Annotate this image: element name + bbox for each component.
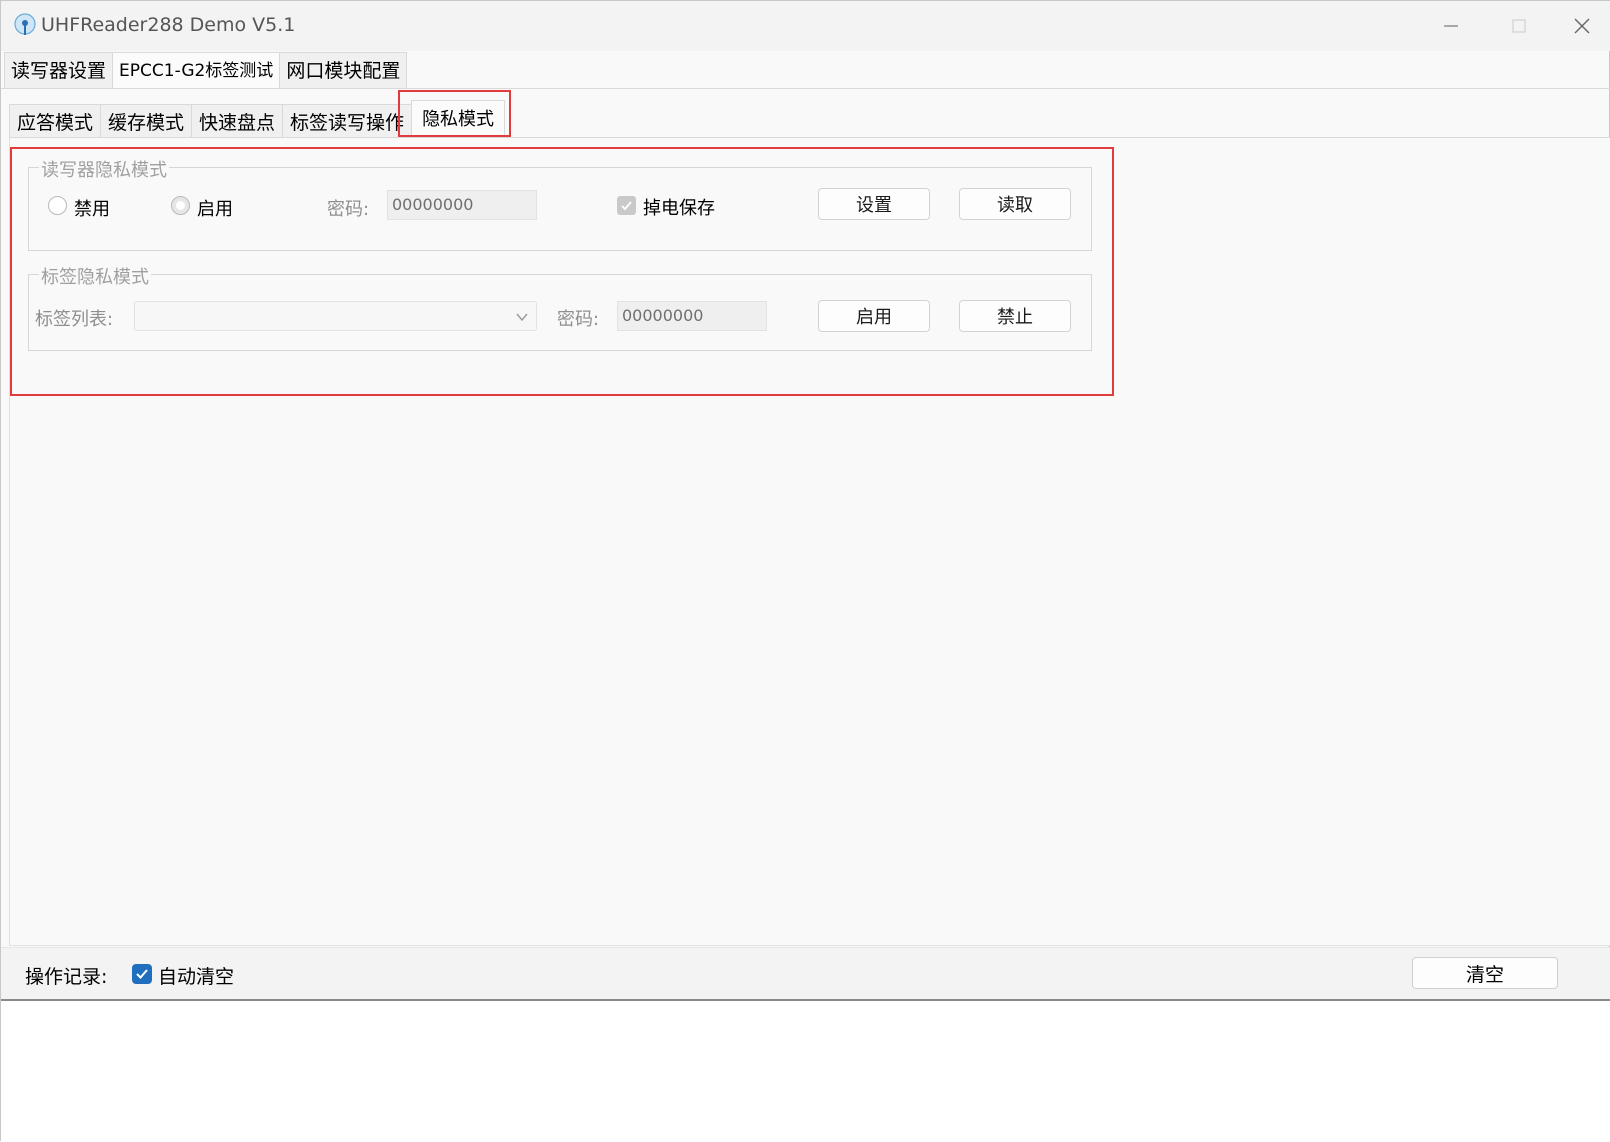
tag-disable-button[interactable]: 禁止 — [959, 300, 1071, 332]
tab-tag-read-write[interactable]: 标签读写操作 — [282, 104, 413, 138]
chevron-down-icon — [514, 309, 530, 329]
tab-answer-mode[interactable]: 应答模式 — [9, 104, 102, 138]
tag-privacy-legend: 标签隐私模式 — [39, 263, 151, 289]
enable-radio-label: 启用 — [197, 199, 233, 220]
log-toolbar: 操作记录: 自动清空 清空 — [1, 947, 1610, 999]
minimize-button[interactable] — [1417, 1, 1485, 51]
auto-clear-checkbox[interactable] — [132, 964, 152, 984]
disable-radio-label: 禁用 — [74, 199, 110, 220]
read-button[interactable]: 读取 — [959, 188, 1071, 220]
reader-password-label: 密码: — [327, 199, 370, 220]
auto-clear-label: 自动清空 — [158, 966, 235, 988]
log-label: 操作记录: — [25, 966, 108, 988]
tag-password-input[interactable]: 00000000 — [617, 301, 767, 331]
reader-privacy-legend: 读写器隐私模式 — [39, 156, 169, 182]
app-antenna-icon — [13, 13, 37, 37]
inner-tab-bar: 应答模式 缓存模式 快速盘点 标签读写操作 隐私模式 — [9, 100, 506, 138]
checkmark-icon — [136, 969, 148, 979]
power-save-label: 掉电保存 — [643, 198, 715, 219]
reader-password-input[interactable]: 00000000 — [387, 190, 537, 220]
set-button[interactable]: 设置 — [818, 188, 930, 220]
power-save-checkbox[interactable] — [617, 196, 636, 215]
privacy-mode-panel — [9, 138, 1610, 946]
tab-buffer-mode[interactable]: 缓存模式 — [100, 104, 193, 138]
app-window: UHFReader288 Demo V5.1 读写器设置 EPCC1-G2标签测… — [0, 0, 1610, 1142]
window-title: UHFReader288 Demo V5.1 — [41, 14, 296, 36]
tag-list-label: 标签列表: — [35, 309, 114, 330]
outer-tab-bar: 读写器设置 EPCC1-G2标签测试 网口模块配置 — [4, 52, 408, 88]
log-textarea[interactable] — [1, 999, 1610, 1142]
tag-enable-button[interactable]: 启用 — [818, 300, 930, 332]
enable-radio[interactable] — [171, 196, 190, 215]
clear-log-button[interactable]: 清空 — [1412, 957, 1558, 989]
tab-privacy-mode[interactable]: 隐私模式 — [411, 100, 506, 138]
close-button[interactable] — [1553, 1, 1610, 51]
checkmark-icon — [621, 201, 632, 211]
title-bar: UHFReader288 Demo V5.1 — [1, 1, 1610, 51]
tab-network-module-config[interactable]: 网口模块配置 — [279, 52, 408, 88]
tab-fast-inventory[interactable]: 快速盘点 — [191, 104, 284, 138]
tag-password-label: 密码: — [557, 309, 600, 330]
outer-tab-divider — [1, 88, 1610, 89]
tab-epc-tag-test[interactable]: EPCC1-G2标签测试 — [112, 52, 281, 88]
maximize-button[interactable] — [1485, 1, 1553, 51]
disable-radio[interactable] — [48, 196, 67, 215]
tab-reader-settings[interactable]: 读写器设置 — [4, 52, 114, 88]
tag-list-dropdown[interactable] — [134, 301, 537, 331]
